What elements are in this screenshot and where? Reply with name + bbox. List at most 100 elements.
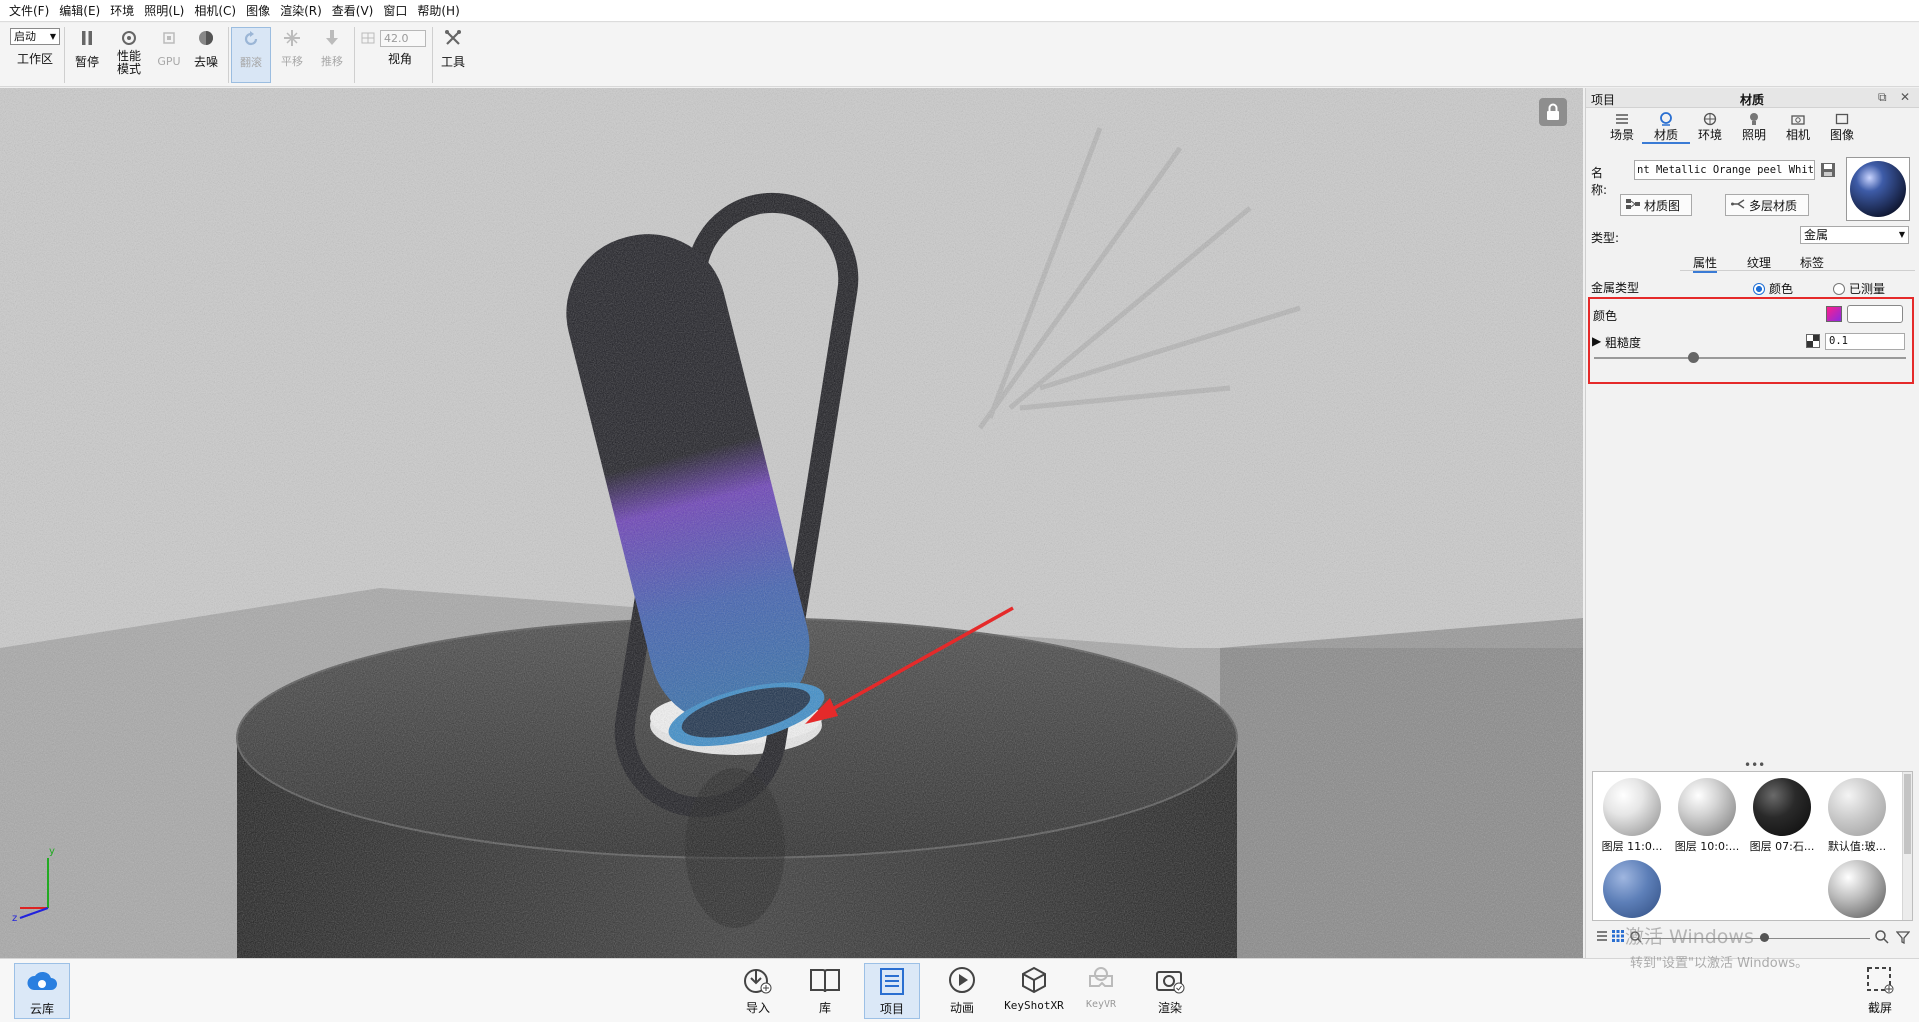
subtab-texture[interactable]: 纹理: [1747, 254, 1771, 271]
roughness-label: 粗糙度: [1605, 336, 1642, 350]
animation-button[interactable]: 动画: [934, 963, 990, 1019]
radio-metal-color[interactable]: 颜色: [1753, 280, 1793, 297]
tab-environment-label: 环境: [1697, 128, 1722, 142]
project-button[interactable]: 项目: [864, 963, 920, 1019]
pause-button[interactable]: 暂停: [68, 27, 106, 83]
activation-watermark-title: 激活 Windows: [1625, 926, 1754, 948]
performance-mode-button[interactable]: 性能 模式: [110, 27, 148, 83]
material-thumbnail: [1603, 860, 1661, 918]
material-preview[interactable]: [1846, 157, 1910, 221]
material-graph-button[interactable]: 材质图: [1620, 194, 1692, 216]
tab-lighting[interactable]: 照明: [1730, 112, 1778, 144]
render-viewport[interactable]: y z: [0, 88, 1583, 958]
lock-camera-button[interactable]: [1539, 98, 1567, 126]
menu-edit[interactable]: 编辑(E): [54, 0, 105, 22]
import-label: 导入: [745, 1001, 770, 1015]
gpu-button[interactable]: GPU: [150, 27, 188, 83]
library-scrollbar[interactable]: [1902, 772, 1912, 920]
cloud-library-button[interactable]: 云库: [14, 963, 70, 1019]
denoise-icon: [197, 29, 215, 47]
menu-render[interactable]: 渲染(R): [275, 0, 327, 22]
multi-layer-material-button[interactable]: 多层材质: [1725, 194, 1809, 216]
activation-watermark-hint: 转到"设置"以激活 Windows。: [1630, 956, 1809, 971]
workspace-button[interactable]: 工作区: [12, 49, 58, 79]
screenshot-button[interactable]: 截屏: [1852, 963, 1908, 1019]
texture-map-icon[interactable]: [1806, 334, 1820, 348]
menu-lighting[interactable]: 照明(L): [139, 0, 189, 22]
import-button[interactable]: 导入: [730, 963, 786, 1019]
grid-view-icon[interactable]: [1612, 930, 1624, 945]
library-material-item[interactable]: 默认值:玻...: [1821, 774, 1893, 854]
denoise-label: 去噪: [193, 55, 218, 69]
menu-file[interactable]: 文件(F): [4, 0, 54, 22]
material-name-input[interactable]: nt Metallic Orange peel White: [1634, 160, 1815, 180]
field-of-view-input[interactable]: 42.0: [380, 30, 426, 47]
arrow-down-icon: [323, 29, 341, 47]
tab-material[interactable]: 材质: [1642, 112, 1690, 144]
float-window-icon[interactable]: ⧉: [1878, 90, 1887, 105]
color-value-field[interactable]: [1847, 305, 1903, 323]
thumbnail-size-thumb[interactable]: [1760, 933, 1769, 942]
dolly-button[interactable]: 推移: [313, 27, 351, 83]
keyvr-label: KeyVR: [1085, 999, 1117, 1010]
library-material-item[interactable]: 图层 10:0:...: [1671, 774, 1743, 854]
expand-triangle-icon[interactable]: ▶: [1592, 334, 1601, 348]
tab-camera[interactable]: 相机: [1774, 112, 1822, 144]
svg-text:y: y: [49, 846, 55, 857]
radio-metal-measured[interactable]: 已测量: [1833, 280, 1885, 297]
denoise-button[interactable]: 去噪: [187, 27, 225, 83]
tab-environment[interactable]: 环境: [1686, 112, 1734, 144]
startup-select[interactable]: 启动 ▼: [10, 28, 60, 45]
tools-button[interactable]: 工具: [434, 27, 472, 83]
tab-scene[interactable]: 场景: [1598, 112, 1646, 144]
menu-camera[interactable]: 相机(C): [189, 0, 241, 22]
keyshotxr-button[interactable]: KeyShotXR: [1004, 963, 1064, 1019]
vr-headset-icon: [1084, 963, 1118, 997]
close-icon[interactable]: ✕: [1900, 90, 1910, 104]
camera-fov-icon: [361, 32, 375, 47]
import-icon: [741, 963, 775, 997]
move-icon: [283, 29, 301, 47]
material-thumbnail: [1753, 778, 1811, 836]
tab-image[interactable]: 图像: [1818, 112, 1866, 144]
menu-environment[interactable]: 环境: [105, 0, 139, 22]
zoom-in-icon[interactable]: [1875, 930, 1889, 947]
splitter-handle[interactable]: •••: [1744, 758, 1765, 772]
list-view-icon[interactable]: [1596, 930, 1608, 945]
subtab-labels[interactable]: 标签: [1800, 254, 1824, 271]
save-icon[interactable]: [1820, 162, 1836, 181]
radio-unselected-icon: [1833, 282, 1845, 295]
material-caption: 默认值:玻...: [1827, 840, 1887, 853]
library-material-item[interactable]: 图层 07:石...: [1746, 774, 1818, 854]
material-name-label: 名称:: [1591, 166, 1608, 197]
menu-image[interactable]: 图像: [241, 0, 275, 22]
menu-window[interactable]: 窗口: [378, 0, 412, 22]
filter-icon[interactable]: [1895, 930, 1911, 947]
menu-view[interactable]: 查看(V): [327, 0, 379, 22]
tumble-button[interactable]: 翻滚: [231, 27, 271, 83]
toolbar: 启动 ▼ 工作区 暂停 性能 模式 GPU 去噪 翻滚 平移 推移 42.0 视…: [0, 23, 1919, 87]
panel-title-project: 项目: [1591, 93, 1616, 107]
render-button[interactable]: 渲染: [1142, 963, 1198, 1019]
library-material-item[interactable]: [1821, 856, 1893, 920]
view-angle-button[interactable]: 视角: [375, 49, 425, 79]
menu-help[interactable]: 帮助(H): [412, 0, 464, 22]
pause-icon: [78, 29, 96, 47]
pan-button[interactable]: 平移: [273, 27, 311, 83]
roughness-input[interactable]: 0.1: [1825, 333, 1905, 350]
render-scene: y z: [0, 88, 1583, 958]
material-type-select[interactable]: 金属 ▼: [1800, 226, 1909, 244]
color-swatch[interactable]: [1826, 306, 1842, 322]
material-graph-label: 材质图: [1644, 198, 1681, 213]
animation-label: 动画: [949, 1001, 974, 1015]
project-list-icon: [875, 964, 909, 998]
tab-lighting-label: 照明: [1741, 128, 1766, 142]
screenshot-label: 截屏: [1867, 1001, 1892, 1015]
library-material-item[interactable]: 图层 11:0...: [1596, 774, 1668, 854]
library-button[interactable]: 库: [797, 963, 853, 1019]
render-label: 渲染: [1157, 1001, 1182, 1015]
keyvr-button[interactable]: KeyVR: [1073, 963, 1129, 1019]
library-material-item[interactable]: [1596, 856, 1668, 920]
scrollbar-thumb[interactable]: [1904, 774, 1911, 854]
roughness-slider-track[interactable]: [1594, 357, 1906, 359]
